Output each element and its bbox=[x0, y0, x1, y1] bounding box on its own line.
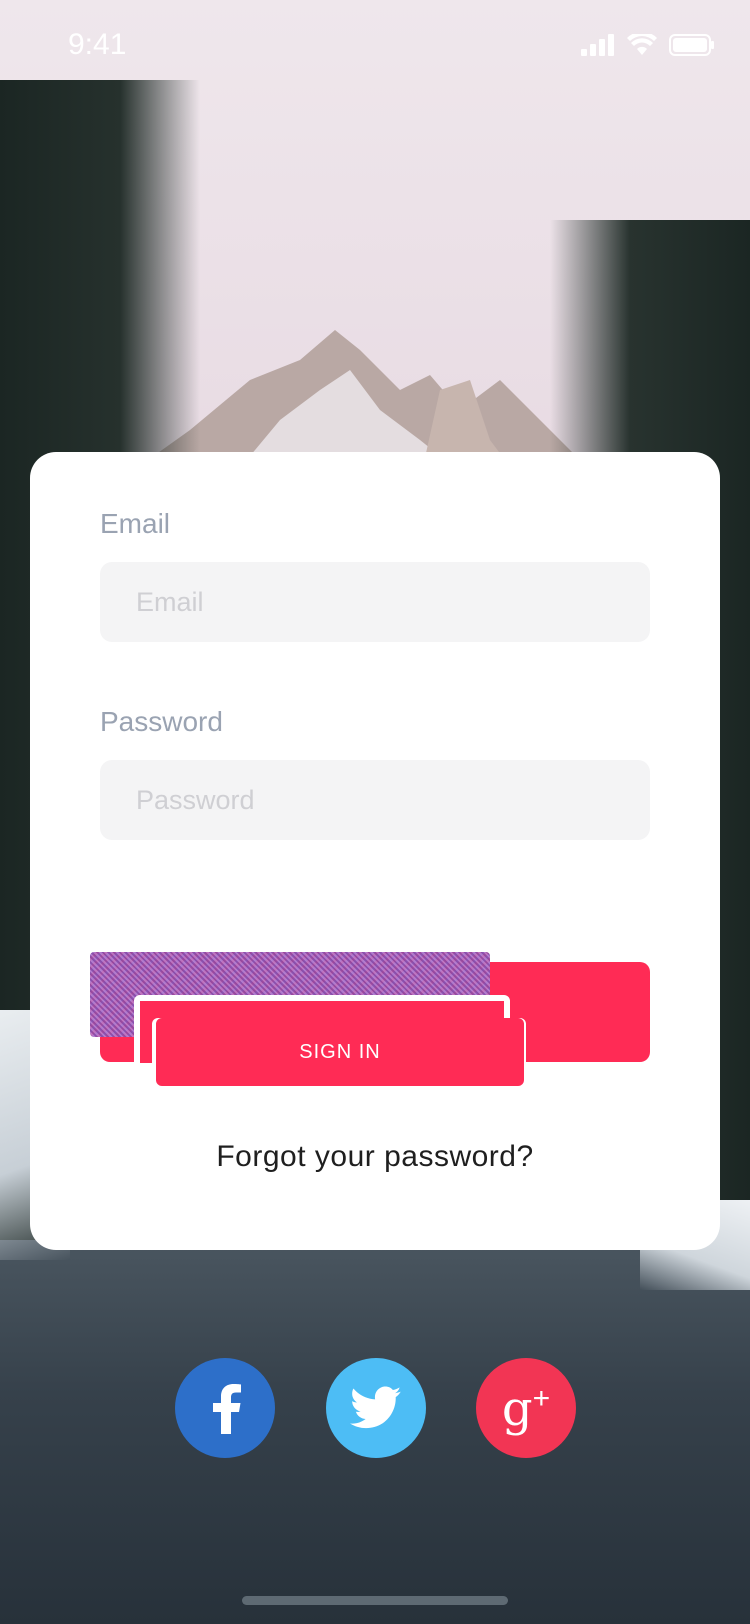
home-indicator bbox=[242, 1596, 508, 1605]
wifi-icon bbox=[627, 34, 657, 55]
login-card: Email Password SIGN IN Forgot your passw… bbox=[30, 452, 720, 1250]
sign-in-button[interactable]: SIGN IN bbox=[156, 1018, 524, 1086]
password-field[interactable] bbox=[100, 760, 650, 840]
google-plus-button[interactable]: g+ bbox=[476, 1358, 576, 1458]
forgot-password-link[interactable]: Forgot your password? bbox=[30, 1140, 720, 1174]
facebook-button[interactable] bbox=[175, 1358, 275, 1458]
signal-icon bbox=[581, 34, 614, 56]
twitter-button[interactable] bbox=[326, 1358, 426, 1458]
google-plus-icon: g+ bbox=[501, 1380, 551, 1437]
status-icons bbox=[581, 34, 715, 56]
status-time: 9:41 bbox=[68, 28, 127, 61]
login-screen: 9:41 Email Password SIGN IN Forgot you bbox=[0, 0, 750, 1624]
password-label: Password bbox=[100, 706, 223, 737]
twitter-icon bbox=[350, 1386, 402, 1429]
battery-icon bbox=[669, 34, 714, 56]
facebook-icon bbox=[213, 1384, 241, 1434]
email-label: Email bbox=[100, 508, 171, 539]
email-field[interactable] bbox=[100, 562, 650, 642]
